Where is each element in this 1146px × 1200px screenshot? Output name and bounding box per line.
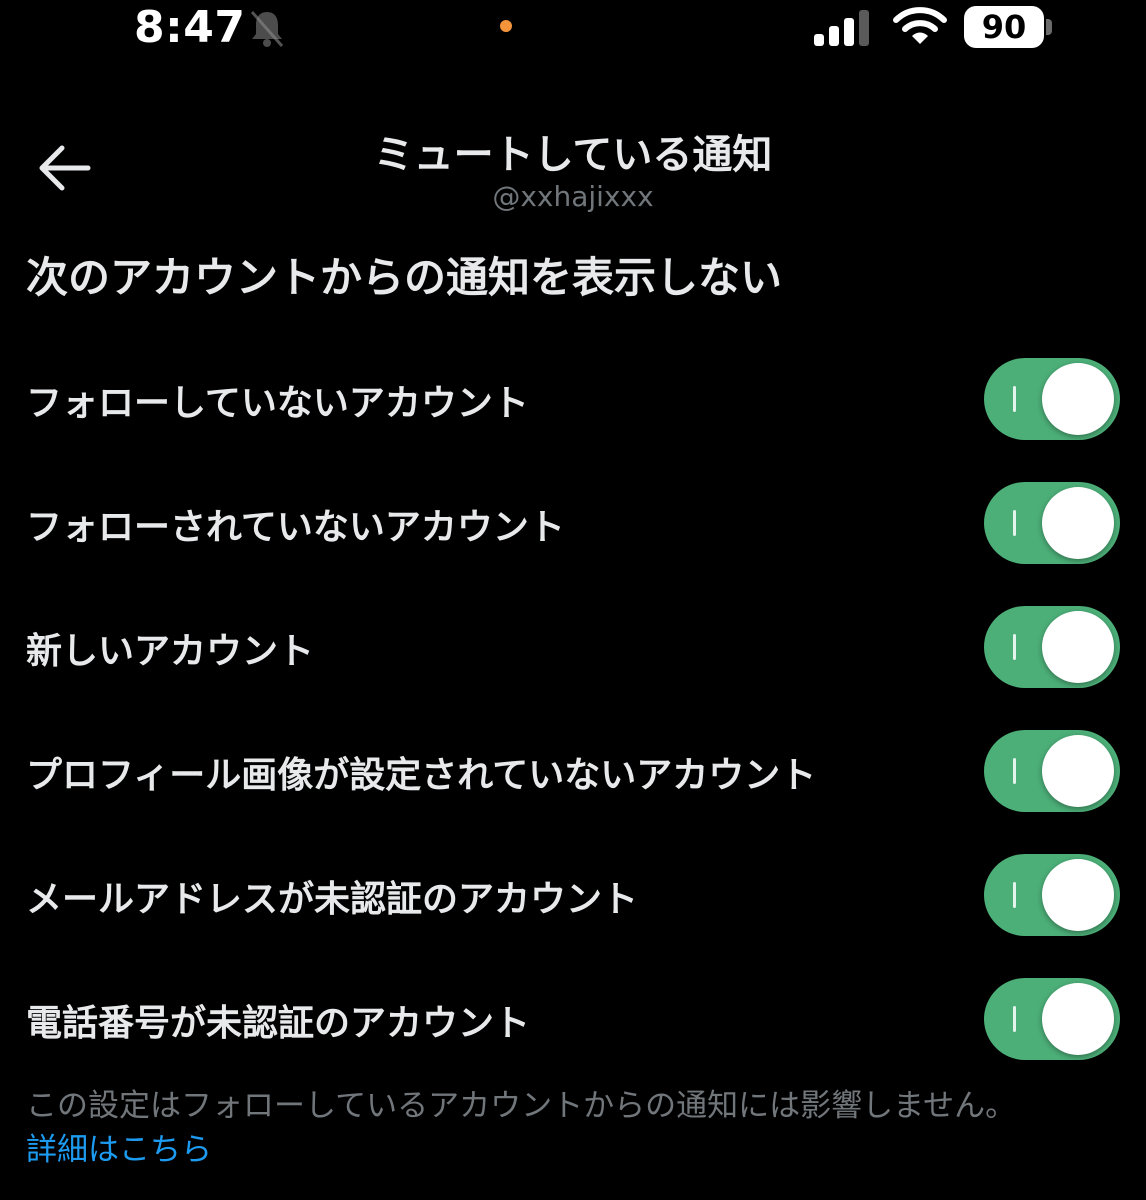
page-title: ミュートしている通知 <box>373 132 773 178</box>
status-time: 8:47 <box>134 2 246 53</box>
toggle-switch-default-profile-photo[interactable] <box>984 730 1120 812</box>
toggle-knob <box>1042 363 1114 435</box>
toggle-switch-unconfirmed-email[interactable] <box>984 854 1120 936</box>
toggle-switch-non-followed[interactable] <box>984 358 1120 440</box>
toggle-on-mark <box>1013 1006 1016 1032</box>
toggle-on-mark <box>1013 386 1016 412</box>
setting-label: プロフィール画像が設定されていないアカウント <box>26 755 817 796</box>
toggle-switch-new-accounts[interactable] <box>984 606 1120 688</box>
setting-row-not-following-you: フォローされていないアカウント <box>0 482 1146 592</box>
toggle-knob <box>1042 859 1114 931</box>
screen: 8:47 90 ミュートしている通知 @xxhajixxx 次のアカウントからの… <box>0 0 1146 1200</box>
setting-label: 電話番号が未認証のアカウント <box>26 1003 531 1044</box>
toggle-switch-not-following-you[interactable] <box>984 482 1120 564</box>
bell-muted-icon <box>250 11 284 47</box>
toggle-knob <box>1042 487 1114 559</box>
signal-icon <box>814 10 869 46</box>
battery-tip <box>1046 19 1052 35</box>
setting-label: フォローしていないアカウント <box>26 383 529 424</box>
toggle-knob <box>1042 611 1114 683</box>
setting-row-new-accounts: 新しいアカウント <box>0 606 1146 716</box>
battery-icon: 90 <box>964 6 1054 48</box>
setting-row-unconfirmed-phone: 電話番号が未認証のアカウント <box>0 978 1146 1088</box>
toggle-on-mark <box>1013 882 1016 908</box>
section-heading: 次のアカウントからの通知を表示しない <box>26 253 783 302</box>
learn-more-link[interactable]: 詳細はこちら <box>26 1124 212 1169</box>
footer-note: この設定はフォローしているアカウントからの通知には影響しません。 <box>26 1088 1017 1124</box>
setting-label: 新しいアカウント <box>26 631 315 672</box>
setting-row-non-followed: フォローしていないアカウント <box>0 358 1146 468</box>
battery-level: 90 <box>964 6 1044 48</box>
toggle-knob <box>1042 983 1114 1055</box>
setting-label: メールアドレスが未認証のアカウント <box>26 879 639 920</box>
toggle-knob <box>1042 735 1114 807</box>
setting-row-default-profile-photo: プロフィール画像が設定されていないアカウント <box>0 730 1146 840</box>
wifi-icon <box>893 7 947 44</box>
privacy-indicator-dot <box>500 20 512 32</box>
toggle-on-mark <box>1013 634 1016 660</box>
status-bar: 8:47 90 <box>0 0 1146 60</box>
setting-label: フォローされていないアカウント <box>26 507 565 548</box>
account-handle: @xxhajixxx <box>492 180 654 213</box>
toggle-switch-unconfirmed-phone[interactable] <box>984 978 1120 1060</box>
setting-row-unconfirmed-email: メールアドレスが未認証のアカウント <box>0 854 1146 964</box>
toggle-on-mark <box>1013 510 1016 536</box>
toggle-on-mark <box>1013 758 1016 784</box>
